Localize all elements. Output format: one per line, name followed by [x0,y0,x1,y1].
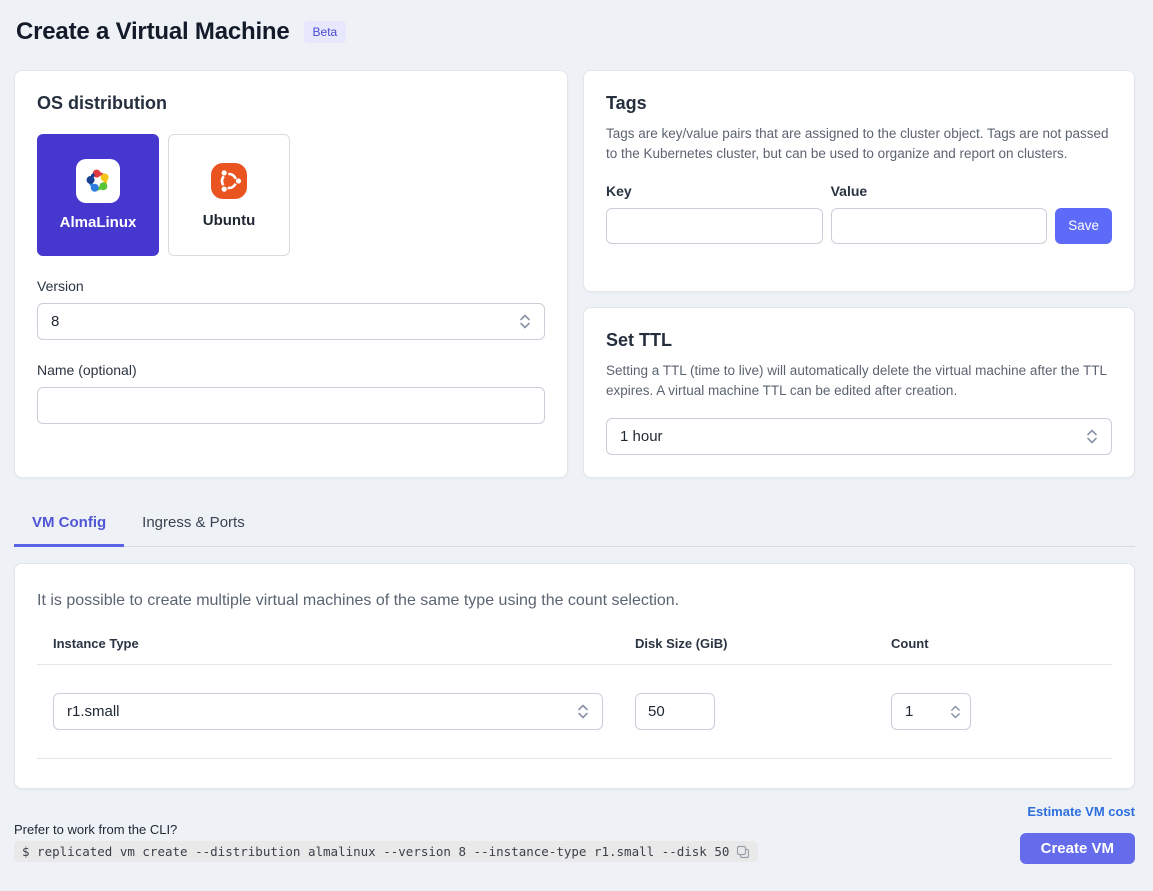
tag-value-field-group: Value [831,183,1048,244]
os-card-almalinux[interactable]: AlmaLinux [37,134,159,256]
create-vm-page: Create a Virtual Machine Beta OS distrib… [0,0,1153,864]
estimate-vm-cost-link[interactable]: Estimate VM cost [1027,804,1135,819]
count-cell: 1 [891,693,1112,730]
column-header-disk-size: Disk Size (GiB) [635,636,891,651]
chevron-updown-icon [519,313,531,330]
os-cards: AlmaLinux [37,134,545,256]
tags-title: Tags [606,93,1112,114]
count-stepper[interactable]: 1 [891,693,971,730]
instance-table-row: r1.small 1 [37,665,1112,759]
instance-table-header: Instance Type Disk Size (GiB) Count [37,636,1112,665]
tag-key-field-group: Key [606,183,823,244]
ttl-description: Setting a TTL (time to live) will automa… [606,361,1112,402]
chevron-updown-icon [577,703,589,720]
ttl-title: Set TTL [606,330,1112,351]
os-panel-title: OS distribution [37,93,545,114]
cli-prompt-text: Prefer to work from the CLI? [14,822,758,837]
os-distribution-panel: OS distribution [14,70,568,478]
config-tabs: VM Config Ingress & Ports [14,505,1135,547]
chevron-updown-icon [1086,428,1098,445]
almalinux-icon [76,159,120,203]
tag-key-label: Key [606,183,823,199]
cli-command-text: $ replicated vm create --distribution al… [22,844,729,859]
cli-command-bar: $ replicated vm create --distribution al… [14,841,758,862]
instance-type-cell: r1.small [53,693,635,730]
tag-key-input[interactable] [606,208,823,244]
top-panels: OS distribution [14,70,1135,478]
vm-name-label: Name (optional) [37,362,545,378]
instance-type-value: r1.small [67,703,120,720]
os-card-ubuntu[interactable]: Ubuntu [168,134,290,256]
tag-value-input[interactable] [831,208,1048,244]
page-title: Create a Virtual Machine [16,18,290,46]
copy-icon[interactable] [736,845,750,859]
disk-size-input[interactable] [635,693,715,730]
ubuntu-icon [209,161,249,201]
create-vm-button[interactable]: Create VM [1020,833,1135,864]
tags-fields: Key Value Save [606,183,1112,244]
instance-type-select[interactable]: r1.small [53,693,603,730]
beta-badge: Beta [304,21,347,43]
footer-actions: Estimate VM cost Create VM [1020,801,1135,864]
column-header-count: Count [891,636,1112,651]
vm-config-panel: It is possible to create multiple virtua… [14,563,1135,789]
stepper-updown-icon[interactable] [950,704,961,720]
ttl-select-value: 1 hour [620,428,663,445]
tab-vm-config[interactable]: VM Config [14,505,124,547]
version-label: Version [37,278,545,294]
os-card-label: Ubuntu [203,212,255,229]
version-select[interactable]: 8 [37,303,545,340]
version-select-value: 8 [51,313,59,330]
tags-description: Tags are key/value pairs that are assign… [606,124,1112,165]
tags-panel: Tags Tags are key/value pairs that are a… [583,70,1135,292]
os-card-label: AlmaLinux [60,214,137,231]
ttl-select[interactable]: 1 hour [606,418,1112,455]
cli-section: Prefer to work from the CLI? $ replicate… [14,801,758,864]
right-column: Tags Tags are key/value pairs that are a… [583,70,1135,478]
vm-name-input[interactable] [37,387,545,424]
save-tag-button[interactable]: Save [1055,208,1112,244]
page-footer: Prefer to work from the CLI? $ replicate… [14,801,1135,864]
count-value: 1 [905,703,913,720]
tab-ingress-ports[interactable]: Ingress & Ports [124,505,263,547]
disk-size-cell [635,693,891,730]
vm-config-intro: It is possible to create multiple virtua… [37,592,1112,610]
page-header: Create a Virtual Machine Beta [16,18,1135,46]
instance-table: Instance Type Disk Size (GiB) Count r1.s… [37,636,1112,759]
column-header-instance-type: Instance Type [53,636,635,651]
set-ttl-panel: Set TTL Setting a TTL (time to live) wil… [583,307,1135,478]
tag-value-label: Value [831,183,1048,199]
